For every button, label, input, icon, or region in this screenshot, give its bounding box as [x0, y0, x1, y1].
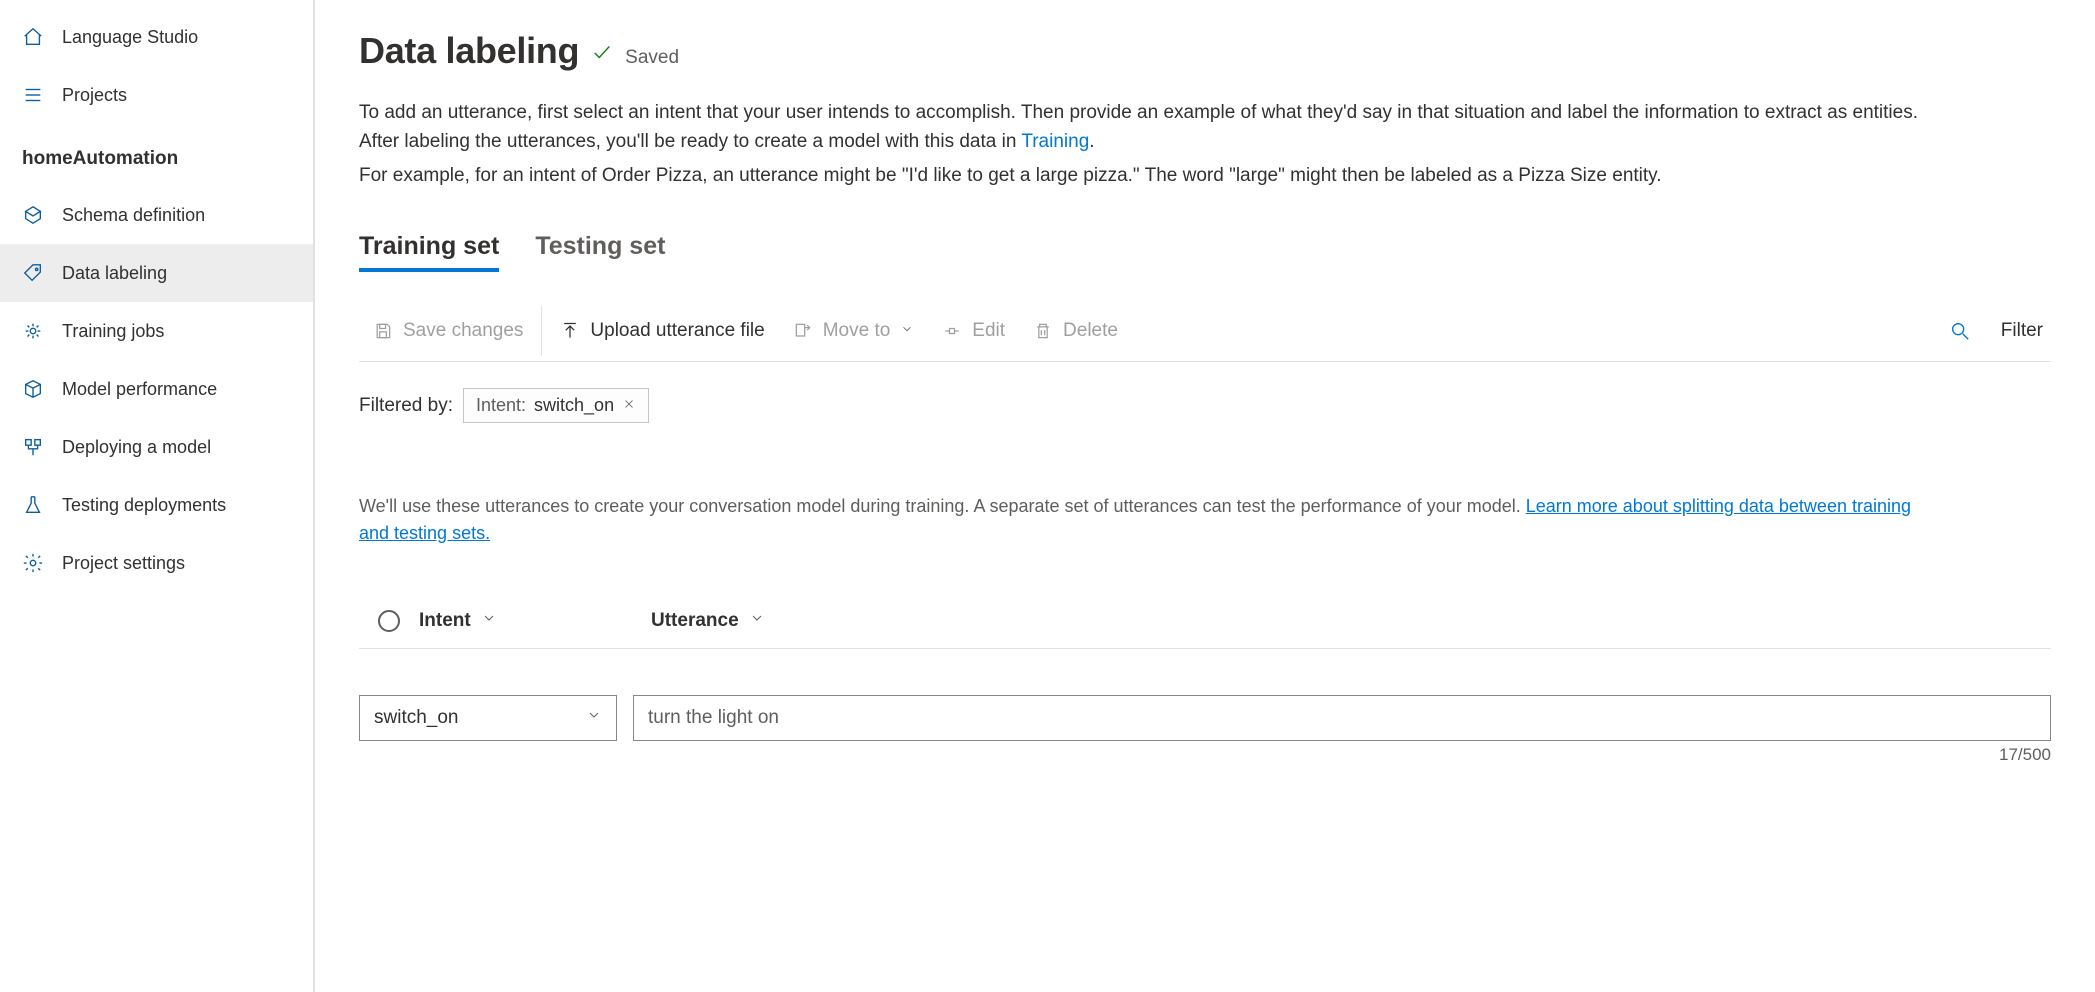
edit-button[interactable]: Edit [928, 301, 1019, 361]
filtered-by-label: Filtered by: [359, 395, 453, 417]
sidebar-item-training-jobs[interactable]: Training jobs [0, 302, 313, 360]
sidebar-item-label: Data labeling [62, 263, 167, 284]
search-button[interactable] [1949, 320, 1971, 342]
cube-icon [22, 378, 44, 400]
sidebar-top-label: Language Studio [62, 27, 198, 48]
intent-select-value: switch_on [374, 707, 459, 729]
select-all-toggle[interactable] [359, 610, 419, 632]
sidebar-item-label: Training jobs [62, 321, 164, 342]
upload-utterance-button[interactable]: Upload utterance file [546, 301, 778, 361]
filter-chip[interactable]: Intent: switch_on [463, 388, 649, 423]
save-icon [373, 321, 393, 341]
sidebar-top-language-studio[interactable]: Language Studio [0, 8, 313, 66]
col-header-intent[interactable]: Intent [419, 610, 651, 632]
col-header-label: Utterance [651, 610, 739, 632]
circle-icon [378, 610, 400, 632]
main-content: Data labeling Saved To add an utterance,… [315, 0, 2095, 992]
toolbar-label: Save changes [403, 320, 523, 342]
menu-icon [22, 84, 44, 106]
jobs-icon [22, 320, 44, 342]
desc-text-end: . [1089, 131, 1094, 152]
flask-icon [22, 494, 44, 516]
home-icon [22, 26, 44, 48]
chevron-down-icon [900, 320, 914, 342]
sidebar-item-project-settings[interactable]: Project settings [0, 534, 313, 592]
filter-button[interactable]: Filter [1991, 320, 2043, 342]
info-paragraph: We'll use these utterances to create you… [359, 493, 1919, 547]
sidebar-item-model-performance[interactable]: Model performance [0, 360, 313, 418]
utterance-input[interactable] [633, 695, 2051, 741]
desc-text: To add an utterance, first select an int… [359, 102, 1918, 152]
sidebar-item-testing-deployments[interactable]: Testing deployments [0, 476, 313, 534]
sidebar-project-name: homeAutomation [0, 124, 313, 186]
deploy-icon [22, 436, 44, 458]
trash-icon [1033, 321, 1053, 341]
chevron-down-icon [481, 610, 497, 632]
sidebar-item-deploying-model[interactable]: Deploying a model [0, 418, 313, 476]
toolbar-divider [541, 306, 542, 356]
chevron-down-icon [749, 610, 765, 632]
toolbar-label: Edit [972, 320, 1005, 342]
page-title: Data labeling [359, 30, 579, 72]
toolbar-label: Filter [2001, 320, 2043, 342]
toolbar: Save changes Upload utterance file Move … [359, 300, 2051, 362]
chevron-down-icon [586, 707, 602, 729]
intent-select[interactable]: switch_on [359, 695, 617, 741]
char-count: 17/500 [633, 745, 2051, 765]
schema-icon [22, 204, 44, 226]
upload-icon [560, 321, 580, 341]
col-header-label: Intent [419, 610, 471, 632]
tab-testing-set[interactable]: Testing set [535, 232, 665, 271]
save-changes-button[interactable]: Save changes [359, 301, 537, 361]
saved-status: Saved [625, 47, 679, 69]
move-icon [793, 321, 813, 341]
tag-icon [22, 262, 44, 284]
sidebar-item-label: Testing deployments [62, 495, 226, 516]
toolbar-label: Move to [823, 320, 891, 342]
sidebar-item-label: Deploying a model [62, 437, 211, 458]
toolbar-label: Delete [1063, 320, 1118, 342]
sidebar: Language Studio Projects homeAutomation … [0, 0, 315, 992]
toolbar-label: Upload utterance file [590, 320, 764, 342]
chip-prefix: Intent: [476, 395, 526, 416]
sidebar-top-label: Projects [62, 85, 127, 106]
col-header-utterance[interactable]: Utterance [651, 610, 2051, 632]
chip-value: switch_on [534, 395, 614, 416]
page-title-row: Data labeling Saved [359, 30, 2051, 72]
delete-button[interactable]: Delete [1019, 301, 1132, 361]
edit-icon [942, 321, 962, 341]
checkmark-icon [591, 41, 613, 63]
sidebar-item-schema-definition[interactable]: Schema definition [0, 186, 313, 244]
move-to-button[interactable]: Move to [779, 301, 929, 361]
page-description-1: To add an utterance, first select an int… [359, 98, 1919, 157]
training-link[interactable]: Training [1021, 131, 1089, 152]
table-header: Intent Utterance [359, 593, 2051, 649]
sidebar-top-projects[interactable]: Projects [0, 66, 313, 124]
tab-training-set[interactable]: Training set [359, 232, 499, 271]
gear-icon [22, 552, 44, 574]
sidebar-item-label: Project settings [62, 553, 185, 574]
tabs: Training set Testing set [359, 232, 2051, 272]
filter-row: Filtered by: Intent: switch_on [359, 388, 2051, 423]
input-row: switch_on 17/500 [359, 695, 2051, 765]
search-icon [1949, 320, 1971, 342]
sidebar-item-data-labeling[interactable]: Data labeling [0, 244, 313, 302]
sidebar-item-label: Model performance [62, 379, 217, 400]
close-icon[interactable] [622, 395, 636, 416]
sidebar-item-label: Schema definition [62, 205, 205, 226]
info-text: We'll use these utterances to create you… [359, 496, 1526, 516]
page-description-2: For example, for an intent of Order Pizz… [359, 161, 1919, 190]
